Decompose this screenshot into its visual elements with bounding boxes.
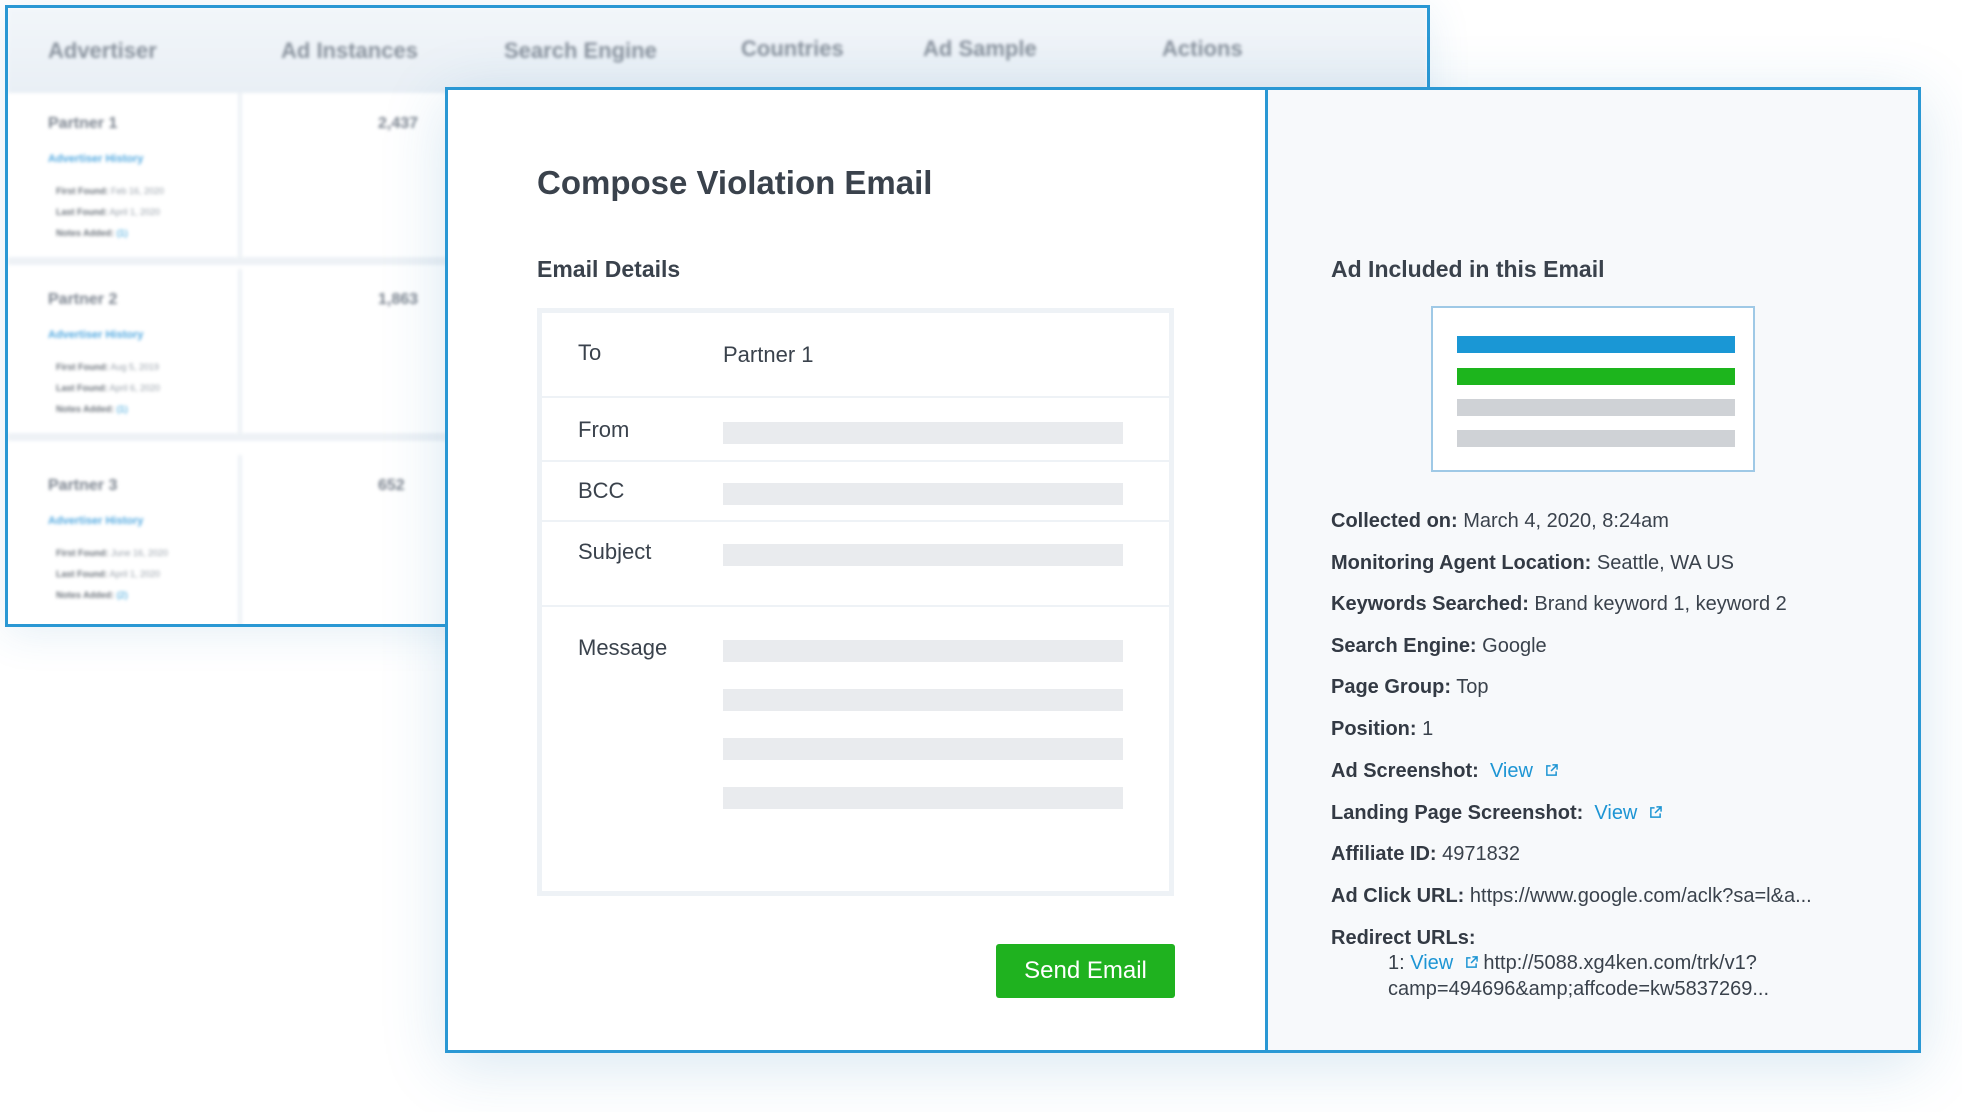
collected-on: Collected on: March 4, 2020, 8:24am [1331,510,1669,532]
message-row: Message [542,605,1169,891]
table-row[interactable]: Partner 3 Advertiser History First Found… [8,455,448,624]
ad-headline-bar [1457,336,1735,353]
to-row: To Partner 1 [542,313,1169,398]
affiliate-id: Affiliate ID: 4971832 [1331,843,1520,865]
bcc-label: BCC [578,478,625,503]
from-label: From [578,417,630,442]
col-ad-instances[interactable]: Ad Instances [281,38,418,64]
external-link-icon[interactable] [1649,805,1662,819]
col-countries[interactable]: Countries [741,36,844,62]
ad-instance-count: 2,437 [378,115,419,132]
advertiser-name: Partner 3 [48,477,118,494]
subject-row: Subject [542,520,1169,607]
col-search-engine[interactable]: Search Engine [504,38,657,64]
keywords-searched: Keywords Searched: Brand keyword 1, keyw… [1331,593,1787,615]
ad-text-bar [1457,399,1735,416]
ad-instance-count: 1,863 [378,291,419,308]
landing-screenshot-view-link[interactable]: View [1594,802,1637,824]
search-engine: Search Engine: Google [1331,635,1547,657]
ad-included-heading: Ad Included in this Email [1331,256,1605,282]
table-row[interactable]: Partner 2 Advertiser History First Found… [8,269,448,441]
page-title: Compose Violation Email [537,164,933,201]
ad-url-bar [1457,368,1735,385]
advertiser-history-link[interactable]: Advertiser History [48,329,143,341]
redirect-url-item: 1: View http://5088.xg4ken.com/trk/v1? [1388,952,1757,974]
from-row: From [542,396,1169,462]
redirect-url-continuation: camp=494696&amp;affcode=kw5837269... [1388,978,1770,1000]
table-row[interactable]: Partner 1 Advertiser History First Found… [8,93,448,265]
subject-label: Subject [578,539,652,564]
compose-section: Compose Violation Email Email Details To… [448,90,1265,1050]
bcc-row: BCC [542,460,1169,522]
ad-instance-count: 652 [378,477,405,494]
advertiser-history-link[interactable]: Advertiser History [48,515,143,527]
table-header: Advertiser Ad Instances Search Engine Co… [8,8,1427,93]
message-label: Message [578,635,668,660]
ad-position: Position: 1 [1331,718,1434,740]
redirect-urls-label: Redirect URLs: [1331,927,1476,949]
email-form: To Partner 1 From BCC Subject Message [537,308,1174,896]
redirect-view-link[interactable]: View [1410,952,1453,974]
external-link-icon[interactable] [1465,955,1478,969]
ad-click-url: Ad Click URL: https://www.google.com/acl… [1331,885,1812,907]
ad-details-section: Ad Included in this Email Collected on: … [1265,90,1918,1050]
ad-screenshot-view-link[interactable]: View [1490,760,1533,782]
ad-preview-thumbnail[interactable] [1431,306,1755,472]
ad-text-bar [1457,430,1735,447]
from-field[interactable] [723,422,1123,444]
to-field[interactable]: Partner 1 [723,342,814,368]
send-email-button[interactable]: Send Email [996,944,1175,998]
col-advertiser[interactable]: Advertiser [48,38,157,64]
subject-field[interactable] [723,544,1123,566]
external-link-icon[interactable] [1545,763,1558,777]
col-actions[interactable]: Actions [1162,36,1243,62]
landing-page-screenshot: Landing Page Screenshot: View [1331,802,1662,825]
bcc-field[interactable] [723,483,1123,505]
page-group: Page Group: Top [1331,676,1489,698]
violation-email-dialog: Compose Violation Email Email Details To… [445,87,1921,1053]
advertiser-name: Partner 2 [48,291,118,308]
advertiser-name: Partner 1 [48,115,118,132]
col-ad-sample[interactable]: Ad Sample [923,36,1037,62]
agent-location: Monitoring Agent Location: Seattle, WA U… [1331,552,1734,574]
to-label: To [578,340,602,365]
email-details-heading: Email Details [537,256,681,282]
advertiser-history-link[interactable]: Advertiser History [48,153,143,165]
ad-screenshot: Ad Screenshot: View [1331,760,1558,783]
